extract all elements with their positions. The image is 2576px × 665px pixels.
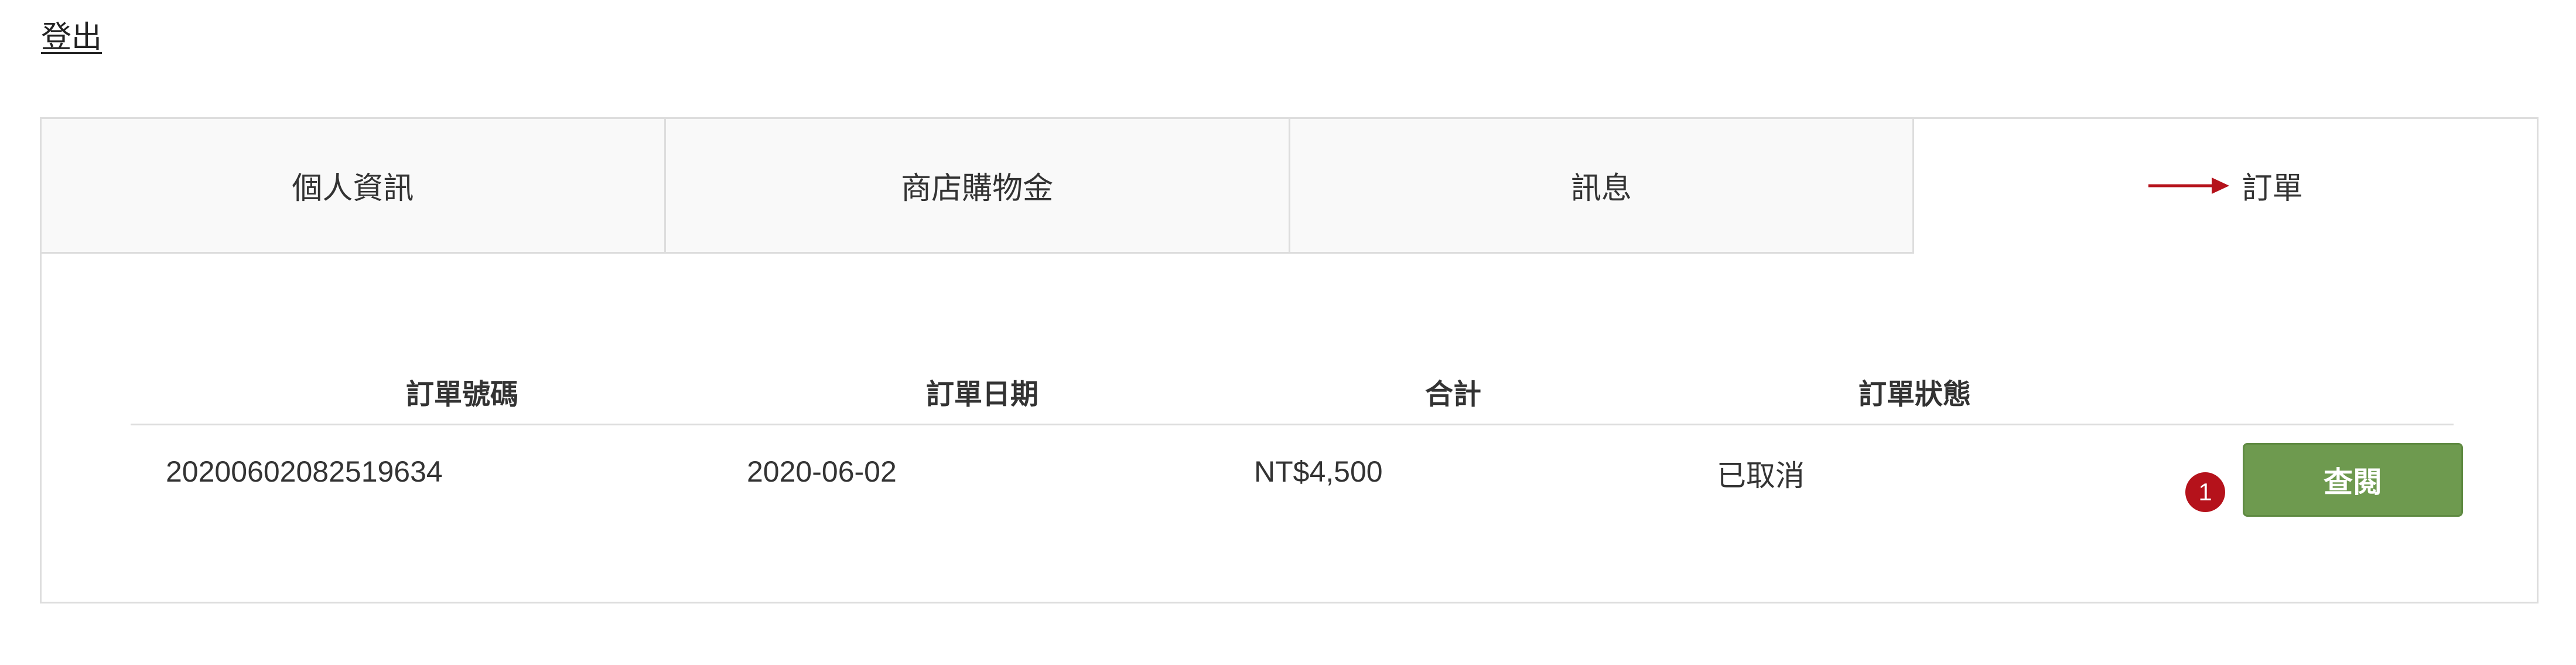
tab-orders[interactable]: 訂單 (1914, 119, 2537, 254)
column-header-total: 合計 (1425, 379, 1482, 410)
tab-personal-info[interactable]: 個人資訊 (42, 119, 666, 254)
column-header-order-date: 訂單日期 (926, 379, 1039, 410)
arrow-right-icon (2148, 177, 2229, 194)
tab-label: 訂單 (2242, 172, 2303, 206)
account-tabs: 個人資訊 商店購物金 訊息 訂單 (42, 119, 2537, 254)
order-date-cell: 2020-06-02 (747, 455, 897, 488)
account-panel: 個人資訊 商店購物金 訊息 訂單 訂單號碼 訂單日期 合計 訂單狀態 20200… (40, 117, 2539, 603)
tab-label: 訊息 (1570, 172, 1632, 206)
status-cell: 已取消 (1717, 459, 1805, 492)
table-row: 20200602082519634 2020-06-02 NT$4,500 已取… (131, 425, 2463, 517)
order-number-cell: 20200602082519634 (166, 455, 443, 488)
total-cell: NT$4,500 (1254, 455, 1383, 488)
view-order-button[interactable]: 查閱 (2243, 443, 2463, 517)
tab-store-credit[interactable]: 商店購物金 (665, 119, 1290, 254)
logout-link[interactable]: 登出 (41, 16, 102, 59)
tab-label: 商店購物金 (901, 172, 1054, 206)
column-header-order-status: 訂單狀態 (1858, 379, 1972, 410)
table-header: 訂單號碼 訂單日期 合計 訂單狀態 (131, 347, 2454, 425)
orders-table: 訂單號碼 訂單日期 合計 訂單狀態 20200602082519634 2020… (131, 347, 2463, 517)
step-badge: 1 (2185, 472, 2225, 512)
tab-label: 個人資訊 (292, 172, 414, 206)
column-header-order-number: 訂單號碼 (406, 379, 519, 410)
tab-messages[interactable]: 訊息 (1290, 119, 1915, 254)
